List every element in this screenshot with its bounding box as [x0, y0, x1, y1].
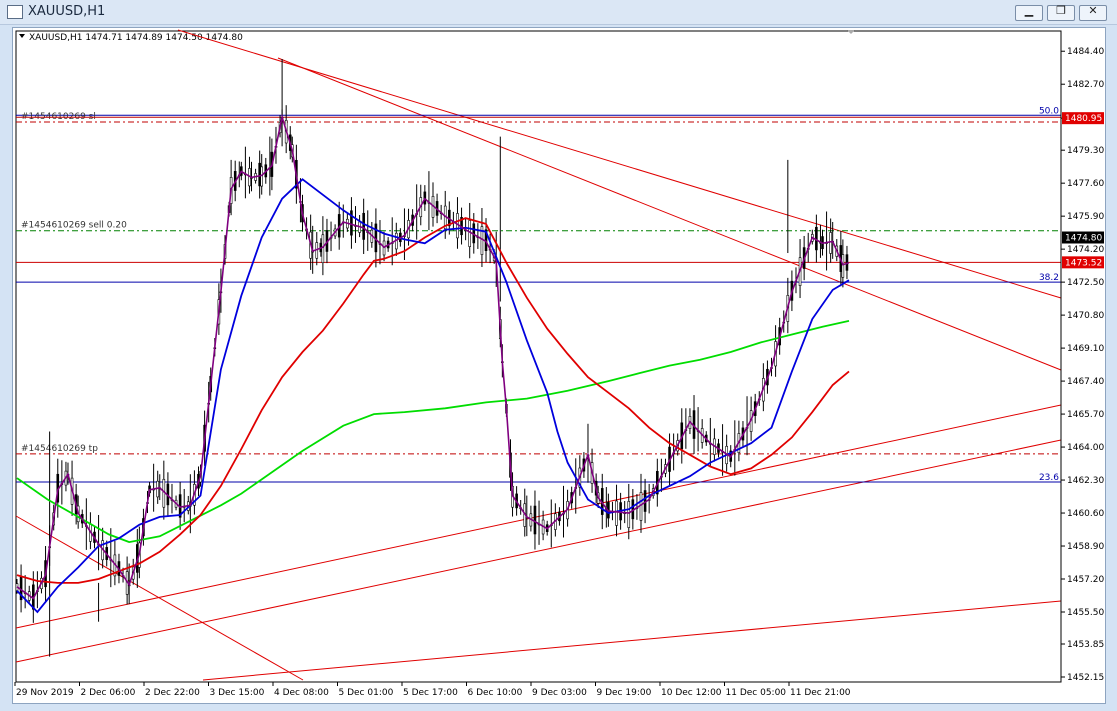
restore-icon: ❐	[1056, 4, 1066, 17]
candle-body	[533, 505, 537, 535]
window-title: XAUUSD,H1	[28, 4, 106, 19]
candle-body	[639, 492, 643, 521]
y-tick-label: 1464.00	[1067, 443, 1104, 453]
y-tick-label: 1460.60	[1067, 509, 1104, 519]
chart-area[interactable]: XAUUSD,H1 1474.71 1474.89 1474.50 1474.8…	[12, 27, 1106, 704]
y-tick-label: 1452.15	[1067, 673, 1104, 683]
y-tick-label: 1462.30	[1067, 476, 1104, 486]
y-tick-label: 1474.20	[1067, 245, 1104, 255]
candle-body	[627, 501, 631, 528]
fib-level-label: 38.2	[1039, 273, 1059, 283]
y-tick-label: 1482.70	[1067, 80, 1104, 90]
price-chart[interactable]: XAUUSD,H1 1474.71 1474.89 1474.50 1474.8…	[13, 28, 1105, 703]
x-tick-label: 9 Dec 03:00	[532, 688, 587, 698]
y-tick-label: 1469.10	[1067, 344, 1104, 354]
candle-body	[362, 212, 365, 240]
x-tick-label: 11 Dec 21:00	[790, 688, 851, 698]
x-tick-label: 10 Dec 12:00	[661, 688, 722, 698]
x-tick-label: 29 Nov 2019	[16, 688, 74, 698]
y-tick-label: 1470.80	[1067, 311, 1104, 321]
candle-body	[829, 232, 832, 254]
x-tick-label: 11 Dec 05:00	[726, 688, 787, 698]
x-tick-label: 3 Dec 15:00	[210, 688, 265, 698]
x-tick-label: 9 Dec 19:00	[597, 688, 652, 698]
candle-body	[260, 166, 264, 187]
candle-body	[321, 234, 325, 264]
y-tick-label: 1457.20	[1067, 575, 1104, 585]
x-tick-label: 2 Dec 22:00	[145, 688, 200, 698]
y-tick-label: 1479.30	[1067, 146, 1104, 156]
candle-body	[468, 220, 472, 247]
y-tick-label: 1475.90	[1067, 212, 1104, 222]
x-tick-label: 5 Dec 17:00	[403, 688, 458, 698]
restore-button[interactable]: ❐	[1047, 4, 1075, 21]
price-marker-label: 1474.80	[1065, 234, 1102, 244]
x-tick-label: 5 Dec 01:00	[339, 688, 394, 698]
chart-header-text: XAUUSD,H1 1474.71 1474.89 1474.50 1474.8…	[29, 33, 243, 43]
chart-window: XAUUSD,H1 ▁ ❐ ✕ XAUUSD,H1 1474.71 1474.8…	[0, 0, 1117, 711]
minimize-button[interactable]: ▁	[1015, 4, 1043, 21]
y-tick-label: 1472.50	[1067, 278, 1104, 288]
price-marker-label: 1480.95	[1065, 114, 1102, 124]
candle-body	[615, 500, 618, 526]
chart-window-icon	[7, 5, 23, 19]
y-tick-label: 1477.60	[1067, 179, 1104, 189]
candle-body	[258, 162, 261, 187]
y-tick-label: 1453.85	[1067, 640, 1104, 650]
y-tick-label: 1458.90	[1067, 542, 1104, 552]
x-tick-label: 4 Dec 08:00	[274, 688, 329, 698]
close-button[interactable]: ✕	[1079, 4, 1107, 21]
order-line-label: #1454610269 tp	[21, 444, 98, 454]
y-tick-label: 1467.40	[1067, 377, 1104, 387]
y-tick-label: 1455.50	[1067, 608, 1104, 618]
window-titlebar[interactable]: XAUUSD,H1 ▁ ❐ ✕	[0, 0, 1117, 25]
fib-level-label: 23.6	[1039, 473, 1059, 483]
y-tick-label: 1465.70	[1067, 410, 1104, 420]
minimize-icon: ▁	[1024, 4, 1034, 17]
y-tick-label: 1484.40	[1067, 47, 1104, 57]
plot-frame	[15, 30, 1062, 683]
x-tick-label: 6 Dec 10:00	[468, 688, 523, 698]
order-line-label: #1454610269 sell 0.20	[21, 221, 127, 231]
x-tick-label: 2 Dec 06:00	[81, 688, 136, 698]
fib-level-label: 50.0	[1039, 106, 1059, 116]
candle-body	[841, 254, 845, 278]
price-marker-label: 1473.52	[1065, 258, 1102, 268]
close-icon: ✕	[1088, 4, 1098, 17]
